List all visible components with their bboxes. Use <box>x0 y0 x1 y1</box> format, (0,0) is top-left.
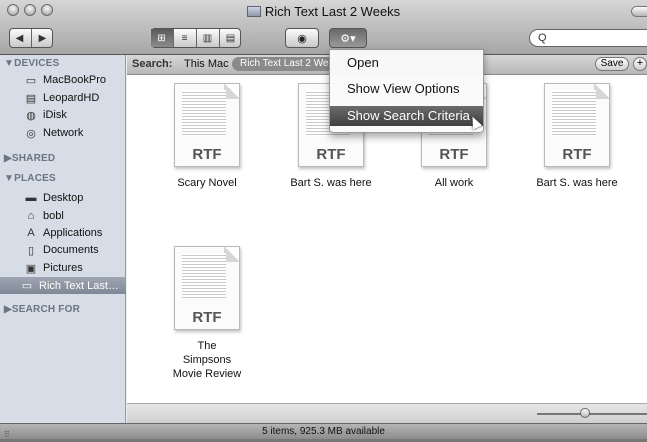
laptop-icon: ▭ <box>25 74 37 87</box>
smart-folder-icon <box>246 6 261 17</box>
file-name: All work <box>434 177 474 189</box>
file-item[interactable]: RTF Bart S. was here <box>527 83 627 190</box>
column-view-icon[interactable]: ▥ <box>197 29 220 47</box>
search-scope-label: Search: <box>132 58 173 70</box>
sidebar-item-macbookpro[interactable]: ▭ MacBookPro <box>24 72 106 88</box>
status-text: 5 items, 925.3 MB available <box>262 426 385 437</box>
sidebar-shared-header[interactable]: ▶SHARED <box>4 153 55 164</box>
toolbar-toggle-button[interactable] <box>631 6 647 17</box>
menu-item-show-search-criteria[interactable]: Show Search Criteria <box>330 106 483 126</box>
action-menu-button[interactable]: ⚙▾ <box>329 28 367 48</box>
file-item[interactable]: RTF Scary Novel <box>157 83 257 190</box>
sidebar-item-documents[interactable]: ▯ Documents <box>24 242 99 258</box>
file-name: The Simpsons Movie Review <box>172 340 242 380</box>
sidebar-item-idisk[interactable]: ◍ iDisk <box>24 107 67 123</box>
eye-icon: ◉ <box>297 32 307 45</box>
sidebar-places-header[interactable]: ▼PLACES <box>4 173 56 184</box>
status-bar: ⠿ 5 items, 925.3 MB available <box>0 423 647 439</box>
sidebar-item-desktop[interactable]: ▬ Desktop <box>24 190 84 206</box>
desktop-icon: ▬ <box>25 192 37 204</box>
rtf-document-icon: RTF <box>174 246 240 330</box>
menu-item-open[interactable]: Open <box>330 53 483 73</box>
add-criteria-button[interactable]: + <box>633 57 647 71</box>
harddisk-icon: ▤ <box>25 92 37 105</box>
sidebar-item-network[interactable]: ◎ Network <box>24 125 83 141</box>
list-view-icon[interactable]: ≡ <box>174 29 197 47</box>
idisk-icon: ◍ <box>26 109 36 122</box>
sidebar-item-leopardhd[interactable]: ▤ LeopardHD <box>24 90 99 106</box>
gear-icon: ⚙▾ <box>340 32 356 45</box>
icon-size-bar <box>127 403 647 423</box>
coverflow-view-icon[interactable]: ▤ <box>220 29 242 47</box>
icon-size-slider-knob[interactable] <box>580 408 590 418</box>
view-mode-control: ⊞ ≡ ▥ ▤ <box>150 28 242 48</box>
quicklook-button[interactable]: ◉ <box>285 28 319 48</box>
applications-icon: A <box>27 227 35 239</box>
resize-grip-icon[interactable]: ⠿ <box>4 427 10 442</box>
sidebar-devices-header[interactable]: ▼DEVICES <box>4 58 59 69</box>
file-name: Bart S. was here <box>536 177 618 189</box>
network-icon: ◎ <box>26 127 36 140</box>
sidebar: ▼DEVICES ▭ MacBookPro ▤ LeopardHD ◍ iDisk ◎… <box>0 55 126 423</box>
sidebar-search-for-header[interactable]: ▶SEARCH FOR <box>4 304 80 315</box>
forward-button[interactable]: ▶ <box>32 29 54 47</box>
back-forward-control: ◀ ▶ <box>9 28 53 48</box>
rtf-document-icon: RTF <box>174 83 240 167</box>
menu-item-show-view-options[interactable]: Show View Options <box>330 79 483 99</box>
file-name: Scary Novel <box>177 177 237 189</box>
rtf-document-icon: RTF <box>544 83 610 167</box>
save-search-button[interactable]: Save <box>595 57 629 71</box>
search-icon: Q <box>538 32 547 44</box>
documents-icon: ▯ <box>27 244 35 257</box>
action-menu: Open Show View Options Show Search Crite… <box>329 49 484 133</box>
icon-size-slider-track[interactable] <box>537 413 647 415</box>
sidebar-item-rich-text-last[interactable]: ▭ Rich Text Last… <box>0 277 126 294</box>
sidebar-item-pictures[interactable]: ▣ Pictures <box>24 260 83 276</box>
home-icon: ⌂ <box>27 210 35 222</box>
sidebar-item-bobl[interactable]: ⌂ bobl <box>24 208 64 224</box>
sidebar-item-applications[interactable]: A Applications <box>24 225 102 241</box>
finder-window: Rich Text Last 2 Weeks ◀ ▶ ⊞ ≡ ▥ ▤ ◉ ⚙▾ … <box>0 0 647 439</box>
back-button[interactable]: ◀ <box>9 29 32 47</box>
search-field[interactable]: Q <box>529 29 647 47</box>
file-item[interactable]: RTF The Simpsons Movie Review <box>157 246 257 381</box>
file-name: Bart S. was here <box>290 177 372 189</box>
pictures-icon: ▣ <box>25 262 37 275</box>
icon-view-icon[interactable]: ⊞ <box>150 29 174 47</box>
window-toolbar: Rich Text Last 2 Weeks ◀ ▶ ⊞ ≡ ▥ ▤ ◉ ⚙▾ … <box>0 0 647 55</box>
window-title: Rich Text Last 2 Weeks <box>0 4 647 19</box>
scope-this-mac[interactable]: This Mac <box>184 58 229 70</box>
smart-folder-icon: ▭ <box>21 280 33 292</box>
